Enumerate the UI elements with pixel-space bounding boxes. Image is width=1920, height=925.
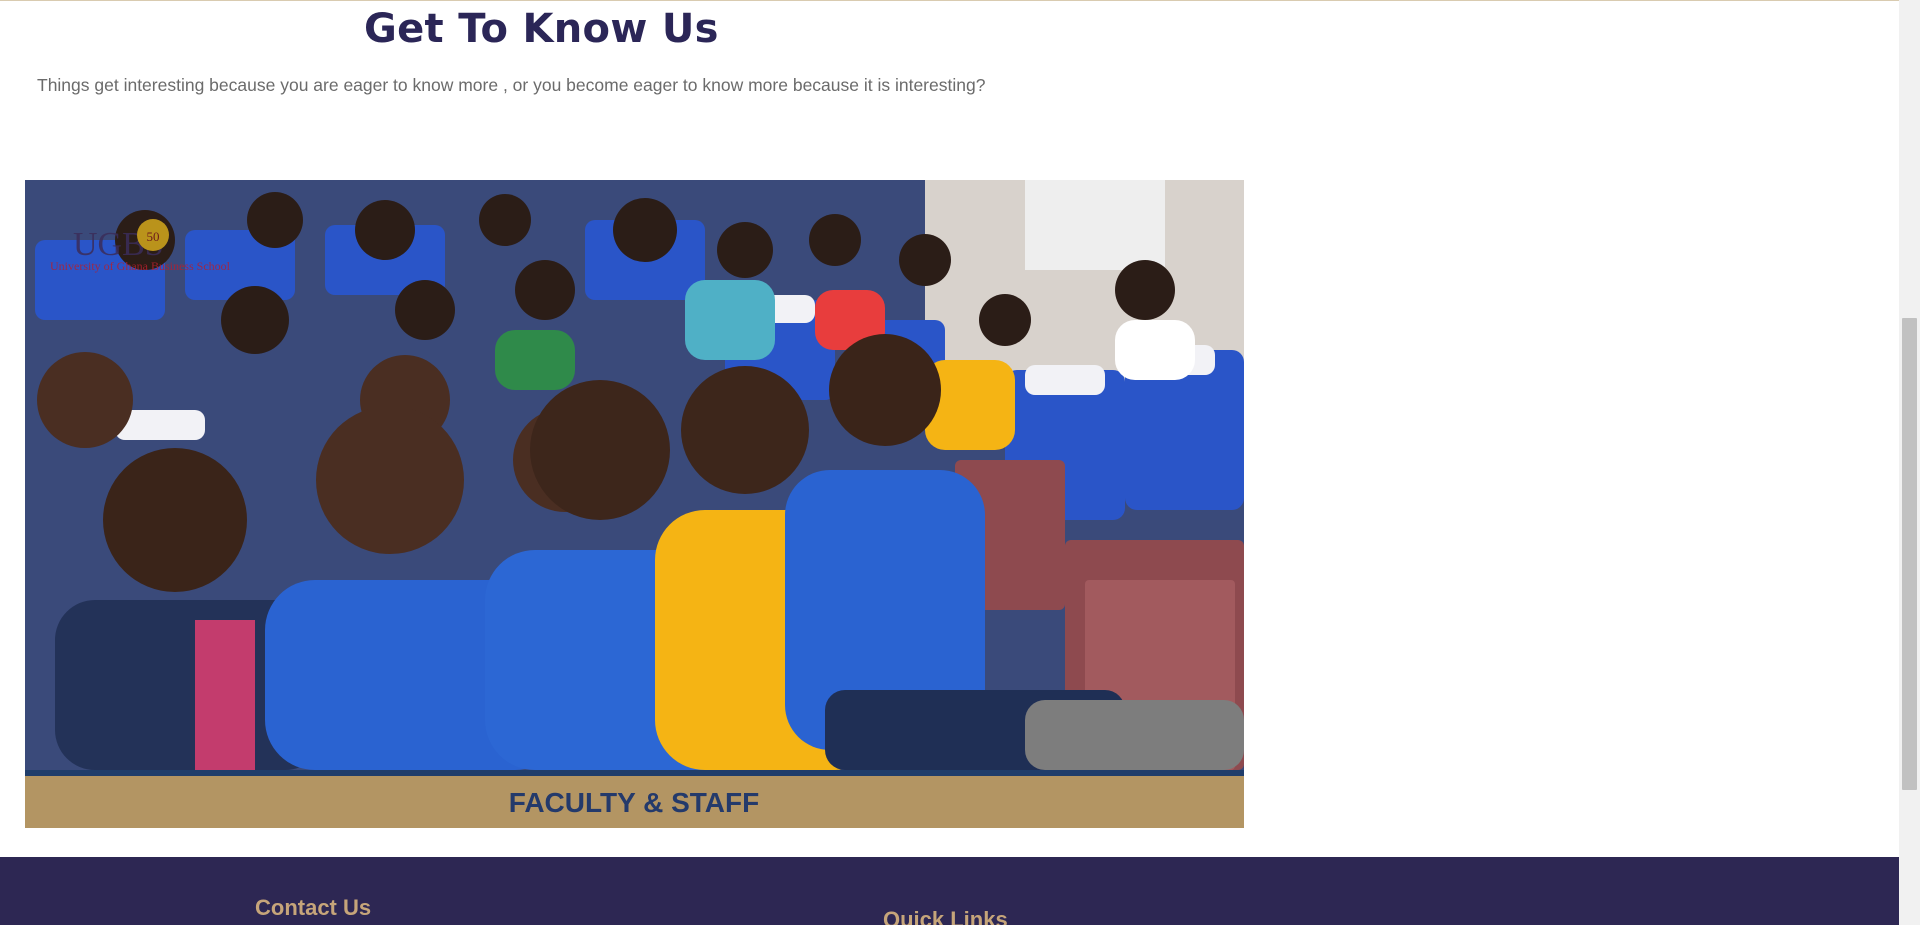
quick-links-heading: Quick Links [883,907,1008,925]
faculty-staff-image: FACULTY & STAFF UGBS 50 University of Gh… [25,180,1244,828]
contact-us-heading: Contact Us [255,895,372,920]
banner-text: FACULTY & STAFF [509,787,759,818]
site-footer: Contact Us Quick Links [0,857,1899,925]
vertical-scrollbar[interactable] [1899,0,1920,925]
section-subtitle: Things get interesting because you are e… [37,75,986,95]
svg-text:University of Ghana Business S: University of Ghana Business School [50,259,231,273]
page-content: Get To Know Us Things get interesting be… [0,0,1899,925]
section-title: Get To Know Us [364,6,719,52]
svg-text:50: 50 [147,229,160,244]
hero-photo: FACULTY & STAFF UGBS 50 University of Gh… [25,180,1244,828]
scrollbar-thumb[interactable] [1902,318,1917,790]
